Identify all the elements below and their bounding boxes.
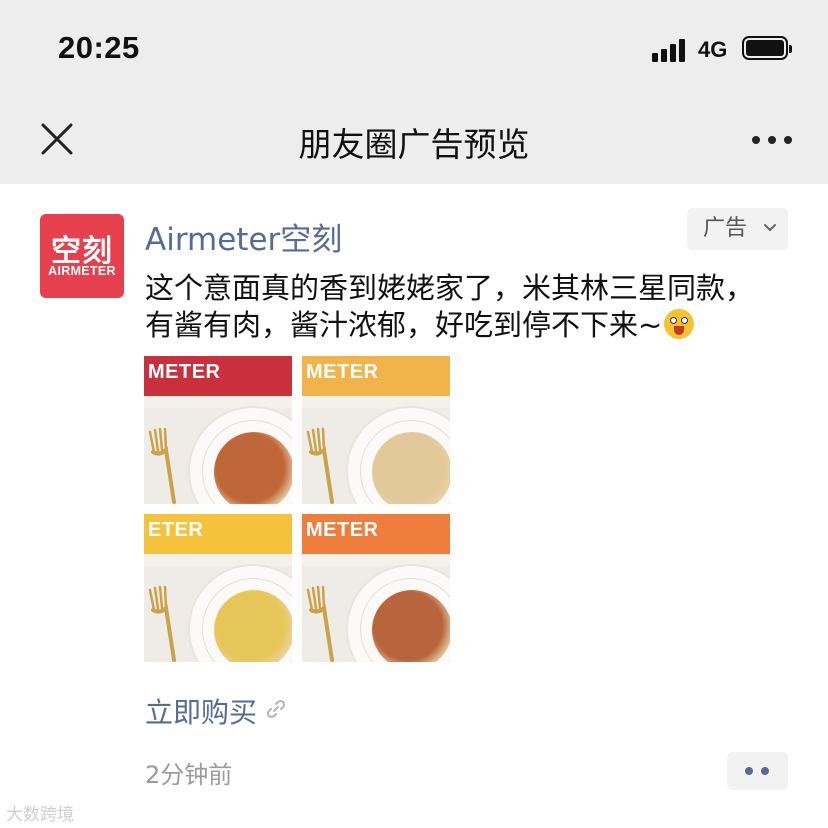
product-box-label: METER (306, 361, 379, 383)
fork-icon (306, 427, 334, 504)
author-name[interactable]: Airmeter空刻 (145, 214, 342, 259)
tongue-out-emoji-icon (664, 309, 695, 339)
post-photo-2[interactable]: METER (302, 356, 450, 504)
post-text: 这个意面真的香到姥姥家了，米其林三星同款， 有酱有肉，酱汁浓郁，好吃到停不下来~ (145, 270, 805, 344)
status-time: 20:25 (58, 30, 140, 65)
network-type: 4G (698, 37, 728, 62)
signal-icon (652, 38, 692, 62)
post-text-line-2: 有酱有肉，酱汁浓郁，好吃到停不下来~ (145, 308, 663, 342)
fork-icon (148, 427, 176, 504)
link-icon (266, 699, 286, 719)
chevron-down-icon (764, 224, 776, 232)
post-text-line-1: 这个意面真的香到姥姥家了，米其林三星同款， (145, 271, 755, 305)
ad-tag-button[interactable]: 广告 (687, 208, 788, 250)
post-photo-3[interactable]: ETER (144, 514, 292, 662)
buy-now-link[interactable]: 立即购买 (145, 691, 257, 731)
watermark: 大数跨境 (6, 805, 74, 825)
more-icon[interactable] (752, 130, 792, 150)
fork-icon (148, 585, 176, 662)
product-box-label: ETER (148, 519, 204, 541)
comment-button[interactable] (727, 752, 788, 790)
post-photo-4[interactable]: METER (302, 514, 450, 662)
product-box-label: METER (148, 361, 221, 383)
pasta (214, 432, 292, 504)
product-box: METER (302, 356, 450, 408)
post-photo-1[interactable]: METER (144, 356, 292, 504)
product-box: ETER (144, 514, 292, 566)
fork-icon (306, 585, 334, 662)
pasta (372, 590, 450, 662)
avatar[interactable]: 空刻 AIRMETER (40, 214, 124, 298)
battery-icon (742, 36, 792, 60)
product-box: METER (302, 514, 450, 566)
post-timestamp: 2分钟前 (145, 761, 233, 789)
product-box-label: METER (306, 519, 379, 541)
pasta (372, 432, 450, 504)
pasta (214, 590, 292, 662)
page-title: 朋友圈广告预览 (298, 125, 530, 164)
ad-tag-label: 广告 (703, 216, 748, 241)
avatar-logo-en: AIRMETER (48, 264, 116, 278)
product-box: METER (144, 356, 292, 408)
